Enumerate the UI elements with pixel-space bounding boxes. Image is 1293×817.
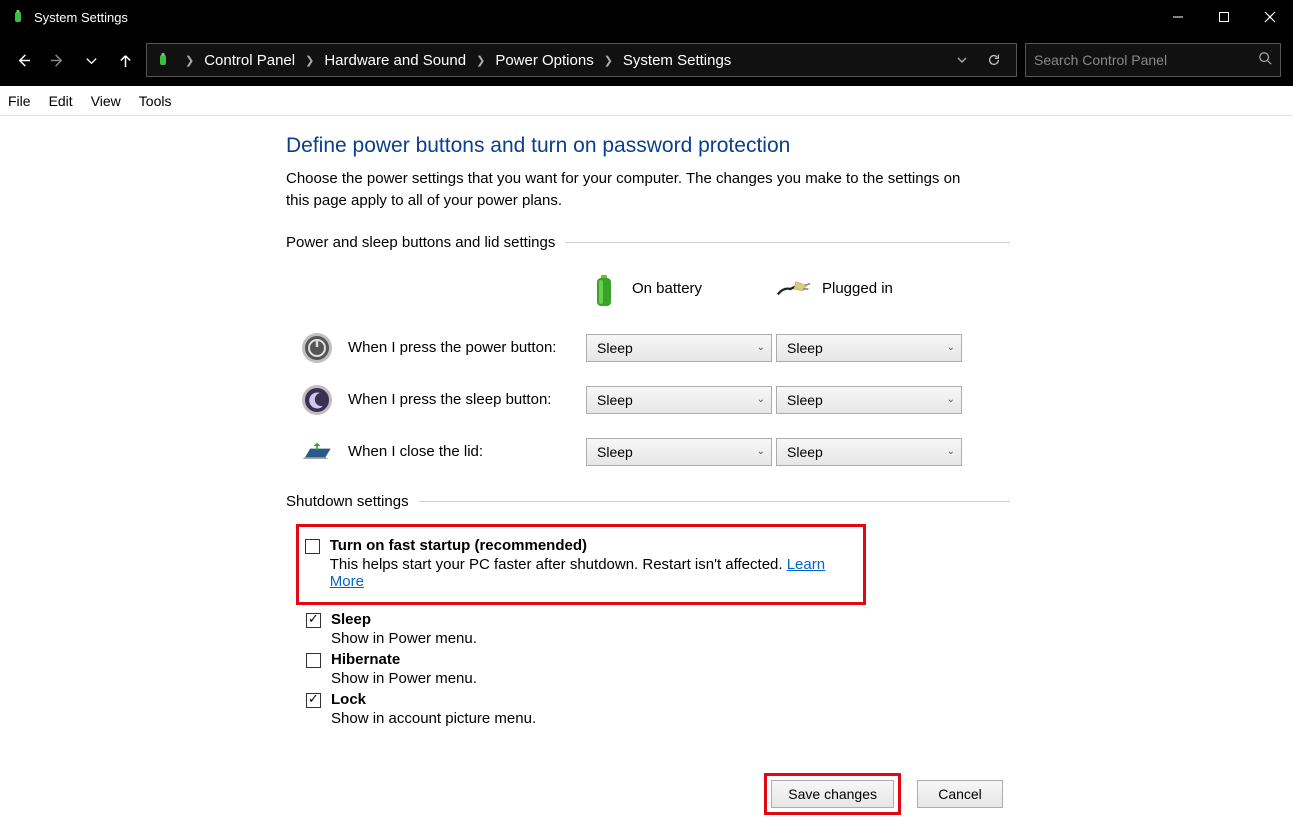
sleep-option-sub: Show in Power menu. — [331, 630, 477, 647]
back-button[interactable] — [10, 43, 36, 77]
select-value: Sleep — [787, 340, 947, 356]
chevron-down-icon: ⌄ — [947, 394, 955, 405]
menu-edit[interactable]: Edit — [49, 93, 73, 109]
forward-button[interactable] — [44, 43, 70, 77]
breadcrumb-item[interactable]: System Settings — [623, 52, 731, 69]
recent-locations-button[interactable] — [78, 43, 104, 77]
highlight-save-button: Save changes — [764, 773, 901, 815]
lock-checkbox[interactable] — [306, 693, 321, 708]
column-label: On battery — [632, 280, 702, 297]
breadcrumb-item[interactable]: Control Panel — [204, 52, 295, 69]
lock-option-title: Lock — [331, 691, 536, 708]
address-app-icon — [155, 52, 171, 68]
section-power-buttons-label: Power and sleep buttons and lid settings — [286, 234, 1010, 251]
section-label-text: Shutdown settings — [286, 493, 409, 510]
sleep-option-title: Sleep — [331, 611, 477, 628]
battery-icon — [586, 271, 622, 307]
plug-icon — [776, 271, 812, 307]
maximize-button[interactable] — [1201, 0, 1247, 34]
chevron-down-icon: ⌄ — [947, 446, 955, 457]
page-title: Define power buttons and turn on passwor… — [286, 134, 1010, 158]
chevron-down-icon: ⌄ — [757, 342, 765, 353]
power-button-plugged-select[interactable]: Sleep⌄ — [776, 334, 962, 362]
content-area: Define power buttons and turn on passwor… — [0, 116, 1010, 727]
fast-startup-checkbox[interactable] — [305, 539, 320, 554]
row-lid-label: When I close the lid: — [286, 435, 586, 469]
hibernate-option-title: Hibernate — [331, 651, 477, 668]
fast-startup-title: Turn on fast startup (recommended) — [330, 537, 853, 554]
close-button[interactable] — [1247, 0, 1293, 34]
lid-icon — [300, 435, 334, 469]
search-input[interactable] — [1034, 52, 1258, 68]
select-value: Sleep — [787, 444, 947, 460]
chevron-down-icon: ⌄ — [757, 394, 765, 405]
refresh-button[interactable] — [980, 53, 1008, 67]
row-label-text: When I close the lid: — [348, 443, 483, 460]
hibernate-checkbox[interactable] — [306, 653, 321, 668]
up-button[interactable] — [112, 43, 138, 77]
section-label-text: Power and sleep buttons and lid settings — [286, 234, 555, 251]
save-changes-button[interactable]: Save changes — [771, 780, 894, 808]
menu-tools[interactable]: Tools — [139, 93, 172, 109]
chevron-down-icon: ⌄ — [757, 446, 765, 457]
row-power-button-label: When I press the power button: — [286, 331, 586, 365]
chevron-right-icon: ❯ — [604, 54, 613, 67]
navigation-bar: ❯ Control Panel ❯ Hardware and Sound ❯ P… — [0, 34, 1293, 86]
hibernate-option-sub: Show in Power menu. — [331, 670, 477, 687]
row-label-text: When I press the sleep button: — [348, 391, 551, 408]
breadcrumb-item[interactable]: Hardware and Sound — [324, 52, 466, 69]
divider — [419, 501, 1010, 502]
sleep-button-plugged-select[interactable]: Sleep⌄ — [776, 386, 962, 414]
breadcrumb-item[interactable]: Power Options — [495, 52, 593, 69]
column-label: Plugged in — [822, 280, 893, 297]
minimize-button[interactable] — [1155, 0, 1201, 34]
select-value: Sleep — [787, 392, 947, 408]
section-shutdown-label: Shutdown settings — [286, 493, 1010, 510]
power-button-battery-select[interactable]: Sleep⌄ — [586, 334, 772, 362]
column-on-battery: On battery — [586, 265, 776, 313]
chevron-right-icon: ❯ — [476, 54, 485, 67]
select-value: Sleep — [597, 444, 757, 460]
footer-buttons: Save changes Cancel — [0, 771, 1293, 817]
window-title: System Settings — [34, 10, 1155, 25]
divider — [565, 242, 1010, 243]
lock-option-sub: Show in account picture menu. — [331, 710, 536, 727]
chevron-right-icon: ❯ — [305, 54, 314, 67]
chevron-down-icon: ⌄ — [947, 342, 955, 353]
address-bar[interactable]: ❯ Control Panel ❯ Hardware and Sound ❯ P… — [146, 43, 1017, 77]
lid-plugged-select[interactable]: Sleep⌄ — [776, 438, 962, 466]
cancel-button[interactable]: Cancel — [917, 780, 1003, 808]
lid-battery-select[interactable]: Sleep⌄ — [586, 438, 772, 466]
search-icon[interactable] — [1258, 51, 1272, 70]
highlight-fast-startup: Turn on fast startup (recommended) This … — [296, 524, 866, 605]
sleep-checkbox[interactable] — [306, 613, 321, 628]
menu-view[interactable]: View — [91, 93, 121, 109]
menu-file[interactable]: File — [8, 93, 31, 109]
address-history-dropdown[interactable] — [948, 54, 976, 66]
app-icon — [10, 9, 26, 25]
page-description: Choose the power settings that you want … — [286, 168, 976, 212]
row-sleep-button-label: When I press the sleep button: — [286, 383, 586, 417]
power-settings-grid: On battery Plugged in When I press the p… — [286, 265, 1010, 469]
menu-bar: File Edit View Tools — [0, 86, 1293, 116]
sleep-button-battery-select[interactable]: Sleep⌄ — [586, 386, 772, 414]
fast-startup-sub-text: This helps start your PC faster after sh… — [330, 556, 787, 573]
chevron-right-icon: ❯ — [185, 54, 194, 67]
sleep-button-icon — [300, 383, 334, 417]
select-value: Sleep — [597, 392, 757, 408]
row-label-text: When I press the power button: — [348, 339, 556, 356]
fast-startup-description: This helps start your PC faster after sh… — [330, 556, 853, 590]
select-value: Sleep — [597, 340, 757, 356]
column-plugged-in: Plugged in — [776, 265, 966, 313]
search-box[interactable] — [1025, 43, 1281, 77]
title-bar: System Settings — [0, 0, 1293, 34]
power-button-icon — [300, 331, 334, 365]
